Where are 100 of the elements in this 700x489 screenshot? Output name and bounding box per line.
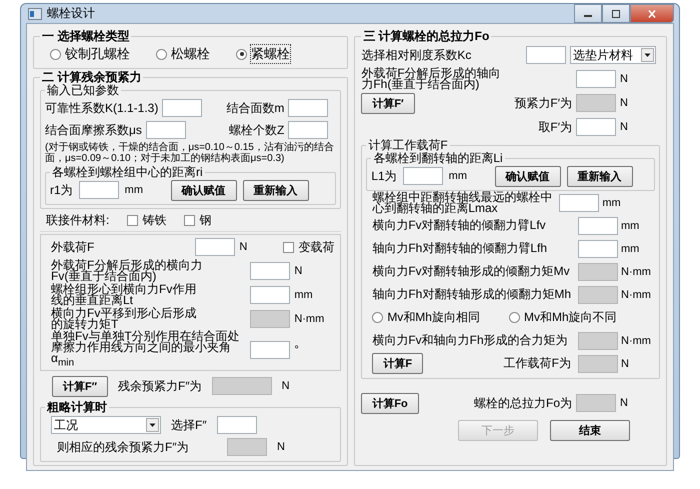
checkbox[interactable]	[283, 242, 294, 252]
window-title: 螺栓设计	[47, 5, 95, 22]
checkbox[interactable]	[127, 214, 138, 226]
radio-label[interactable]: 铰制孔螺栓	[65, 45, 130, 63]
field-label: 预紧力F′为	[513, 98, 572, 108]
field-label: 结合面摩擦系数μs	[45, 124, 142, 136]
hint-text: (对于钢或铸铁，干燥的结合面，μs=0.10～0.15，沾有油污的结合面，μs=0.09～0.10；对于未加工的钢结构表面μs=0.3)	[45, 142, 335, 164]
unit-label: N	[239, 241, 248, 253]
unit-label: N	[277, 441, 286, 454]
field-label: 残余预紧力F″为	[118, 380, 202, 392]
unit-label: °	[294, 344, 300, 356]
input-field[interactable]	[288, 121, 328, 139]
input-field[interactable]	[578, 216, 618, 234]
field-label: 螺栓个数Z	[228, 124, 284, 136]
unit-label: mm	[124, 184, 144, 196]
input-field[interactable]	[162, 99, 202, 117]
group-title: 输入已知参数	[46, 84, 120, 97]
group-title: 各螺栓到翻转轴的距离Li	[372, 152, 504, 165]
input-field[interactable]	[250, 262, 290, 280]
close-icon	[647, 10, 657, 18]
group-title: 粗略计算时	[46, 401, 108, 414]
input-field[interactable]	[216, 416, 257, 434]
action-button[interactable]: 确认赋值	[494, 166, 561, 186]
field-label: 选择F″	[171, 420, 207, 431]
checkbox[interactable]	[184, 214, 196, 226]
field-label: 螺栓组形心到横向力Fv作用线的垂直距离Lt	[51, 284, 198, 306]
field-label: 螺栓的总拉力Fo为	[472, 398, 572, 408]
action-button[interactable]: 计算F″	[52, 376, 108, 397]
group-title: 计算工作载荷F	[367, 139, 449, 152]
radio-button[interactable]	[156, 48, 167, 60]
checkbox-label[interactable]: 变载荷	[298, 238, 334, 256]
checkbox-label[interactable]: 铸铁	[142, 212, 166, 228]
dropdown[interactable]: 工况	[51, 416, 161, 434]
radio-label[interactable]: 松螺栓	[171, 45, 210, 63]
action-button[interactable]: 重新输入	[242, 180, 309, 200]
action-button[interactable]: 计算F	[372, 353, 424, 374]
input-field[interactable]	[578, 240, 618, 258]
action-button[interactable]: 计算F′	[361, 92, 415, 114]
field-label: 横向力Fv平移到形心后形成的旋转力矩T	[51, 308, 196, 330]
input-field[interactable]	[146, 121, 186, 139]
input-field[interactable]	[288, 99, 328, 117]
field-label: 取F′为	[537, 122, 572, 132]
unit-label: N	[620, 73, 629, 85]
field-label: 外载荷F分解后形成的横向力Fv(垂直于结合面内)	[51, 260, 204, 282]
unit-label: N·mm	[621, 334, 652, 346]
caret-icon[interactable]	[146, 418, 159, 432]
radio-button[interactable]	[50, 48, 61, 60]
minimize-button[interactable]	[574, 4, 602, 23]
action-button[interactable]: 计算Fo	[361, 392, 419, 414]
radio-label[interactable]: Mv和Mh旋向相同	[387, 309, 480, 326]
unit-label: N	[294, 265, 304, 277]
caret-icon[interactable]	[641, 48, 654, 62]
input-field[interactable]	[78, 181, 119, 199]
unit-label: mm	[294, 289, 314, 301]
action-button[interactable]: 确认赋值	[170, 180, 237, 200]
input-field[interactable]	[526, 46, 566, 64]
field-label: 横向力Fv对翻转轴形成的倾翻力矩Mv	[372, 266, 571, 277]
action-button[interactable]: 重新输入	[566, 166, 633, 186]
unit-label: mm	[621, 220, 640, 232]
unit-label: N	[621, 358, 630, 370]
radio-button[interactable]	[236, 48, 247, 60]
group-title: 二 计算残余预紧力	[41, 71, 142, 84]
input-field[interactable]	[195, 238, 236, 256]
field-label: 联接件材料:	[46, 214, 110, 226]
action-button[interactable]: 结束	[550, 420, 630, 440]
unit-label: mm	[602, 196, 622, 208]
input-field[interactable]	[402, 167, 443, 185]
field-label: 结合面数m	[226, 102, 284, 114]
group-title: 三 计算螺栓的总拉力Fo	[362, 30, 490, 43]
input-field[interactable]	[250, 286, 290, 304]
maximize-button[interactable]	[602, 4, 630, 23]
unit-label: mm	[621, 242, 640, 254]
dropdown[interactable]: 选垫片材料	[570, 46, 656, 64]
unit-label: N·mm	[621, 288, 652, 300]
field-label: 横向力Fv和轴向力Fh形成的合力矩为	[372, 335, 569, 346]
field-label: 横向力Fv对翻转轴的倾翻力臂Lfv	[372, 220, 547, 231]
input-field[interactable]	[559, 194, 600, 212]
field-label: 轴向力Fh对翻转轴的倾翻力臂Lfh	[372, 243, 548, 254]
unit-label: N	[620, 121, 629, 133]
close-button[interactable]	[630, 4, 674, 23]
radio-button[interactable]	[508, 312, 520, 323]
input-field[interactable]	[576, 118, 616, 136]
field-label: 则相应的残余预紧力F″为	[57, 442, 190, 453]
unit-label: N·mm	[294, 313, 326, 325]
radio-label[interactable]: 紧螺栓	[251, 45, 290, 63]
radio-label[interactable]: Mv和Mh旋向不同	[524, 309, 617, 326]
field-label: 螺栓组中距翻转轴线最远的螺栓中心到翻转轴的距离Lmax	[372, 192, 552, 214]
maximize-icon	[611, 10, 621, 18]
input-field[interactable]	[576, 70, 616, 88]
field-label: 选择相对刚度系数Kc	[361, 50, 472, 60]
input-field[interactable]	[250, 340, 290, 359]
field-label: L1为	[371, 170, 397, 182]
field-label: 轴向力Fh对翻转轴形成的倾翻力矩Mh	[372, 289, 571, 300]
unit-label: N	[282, 380, 291, 392]
radio-button[interactable]	[372, 312, 384, 323]
group-title: 各螺栓到螺栓组中心的距离ri	[51, 166, 204, 179]
field-label: 可靠性系数K(1.1-1.3)	[45, 102, 158, 114]
field-label: 工作载荷F为	[502, 358, 571, 369]
checkbox-label[interactable]: 钢	[199, 212, 212, 228]
field-label: 外载荷F	[51, 242, 96, 252]
